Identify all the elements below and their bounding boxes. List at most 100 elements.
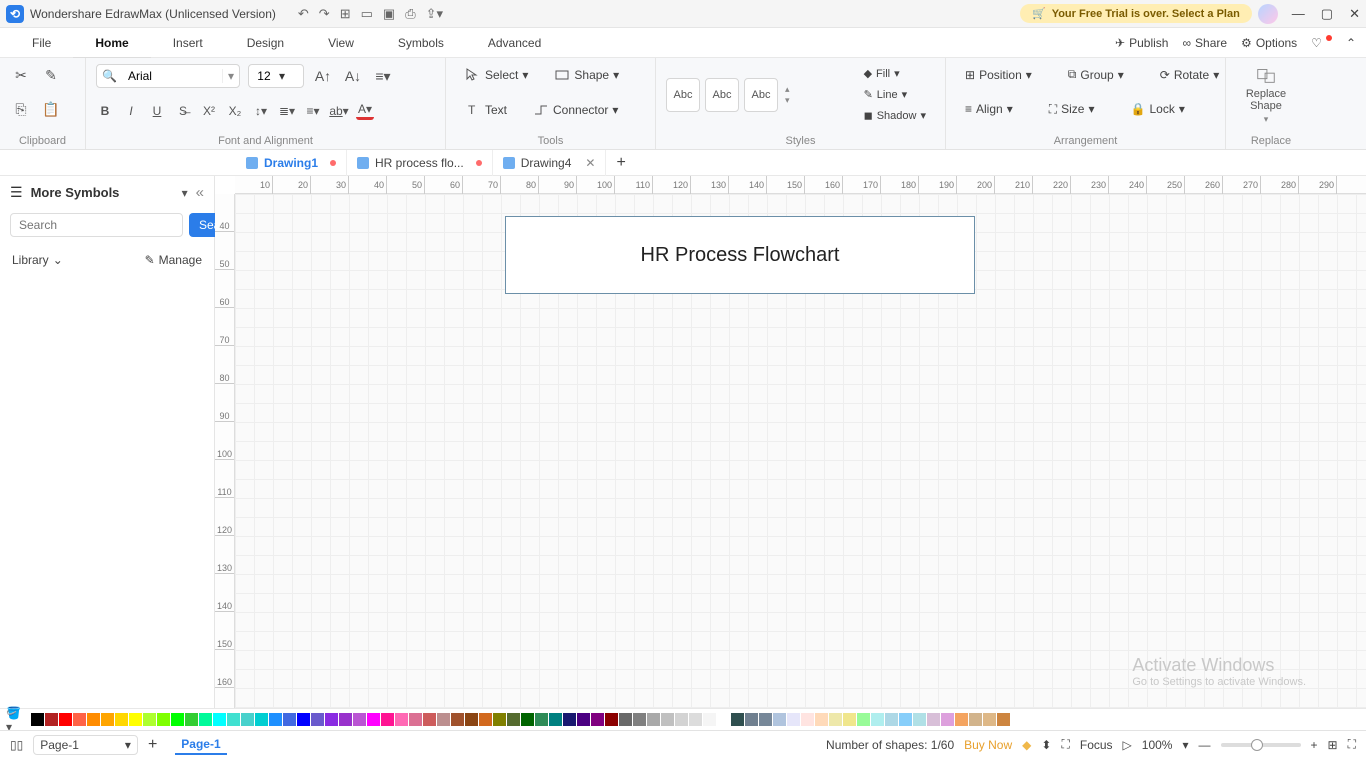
doc-tab[interactable]: Drawing4✕ bbox=[493, 150, 607, 176]
color-swatch[interactable] bbox=[297, 713, 310, 726]
decrease-font-icon[interactable]: A↓ bbox=[342, 65, 364, 87]
align-dropdown-icon[interactable]: ≡▾ bbox=[372, 65, 394, 87]
fit-icon[interactable]: ⛶ bbox=[1061, 737, 1069, 752]
page-panel-icon[interactable]: ▯▯ bbox=[10, 738, 23, 752]
minimize-button[interactable]: — bbox=[1292, 6, 1305, 22]
color-swatch[interactable] bbox=[143, 713, 156, 726]
copy-icon[interactable]: ⎘ bbox=[10, 99, 32, 121]
font-family-select[interactable]: 🔍▾ bbox=[96, 64, 240, 88]
font-size-input[interactable] bbox=[249, 69, 279, 83]
style-preset-2[interactable]: Abc bbox=[705, 78, 739, 112]
color-swatch[interactable] bbox=[885, 713, 898, 726]
color-swatch[interactable] bbox=[801, 713, 814, 726]
color-swatch[interactable] bbox=[269, 713, 282, 726]
color-swatch[interactable] bbox=[423, 713, 436, 726]
zoom-out-button[interactable]: — bbox=[1199, 738, 1211, 752]
color-swatch[interactable] bbox=[171, 713, 184, 726]
color-swatch[interactable] bbox=[199, 713, 212, 726]
color-swatch[interactable] bbox=[969, 713, 982, 726]
bold-icon[interactable]: B bbox=[96, 102, 114, 120]
style-down-icon[interactable]: ▾ bbox=[785, 95, 790, 106]
color-swatch[interactable] bbox=[997, 713, 1010, 726]
color-swatch[interactable] bbox=[101, 713, 114, 726]
color-swatch[interactable] bbox=[437, 713, 450, 726]
color-swatch[interactable] bbox=[521, 713, 534, 726]
add-page-button[interactable]: + bbox=[148, 736, 157, 754]
doc-tab[interactable]: HR process flo... bbox=[347, 150, 493, 176]
replace-shape-button[interactable]: Replace Shape▾ bbox=[1236, 64, 1296, 125]
export-icon[interactable]: ⇪▾ bbox=[426, 6, 443, 22]
color-swatch[interactable] bbox=[927, 713, 940, 726]
color-swatch[interactable] bbox=[381, 713, 394, 726]
color-swatch[interactable] bbox=[675, 713, 688, 726]
chevron-down-icon[interactable]: ▾ bbox=[182, 186, 188, 200]
maximize-button[interactable]: ▢ bbox=[1321, 6, 1333, 22]
color-swatch[interactable] bbox=[773, 713, 786, 726]
shape-tool[interactable]: Shape▾ bbox=[545, 64, 628, 86]
menu-tab-file[interactable]: File bbox=[10, 28, 73, 58]
buy-now-link[interactable]: Buy Now bbox=[964, 738, 1012, 752]
doc-tab[interactable]: Drawing1 bbox=[236, 150, 347, 176]
color-swatch[interactable] bbox=[731, 713, 744, 726]
color-swatch[interactable] bbox=[843, 713, 856, 726]
close-tab-icon[interactable]: ✕ bbox=[585, 156, 595, 170]
publish-button[interactable]: ✈Publish bbox=[1115, 36, 1168, 50]
color-swatch[interactable] bbox=[647, 713, 660, 726]
color-swatch[interactable] bbox=[325, 713, 338, 726]
print-icon[interactable]: ⎙ bbox=[405, 6, 415, 22]
fill-bucket-icon[interactable]: 🪣▾ bbox=[6, 712, 26, 728]
subscript-icon[interactable]: X₂ bbox=[226, 102, 244, 120]
linespacing-icon[interactable]: ≣▾ bbox=[278, 102, 296, 120]
menu-tab-insert[interactable]: Insert bbox=[151, 28, 225, 58]
color-swatch[interactable] bbox=[703, 713, 716, 726]
color-swatch[interactable] bbox=[955, 713, 968, 726]
strike-icon[interactable]: S̶ bbox=[174, 102, 192, 120]
color-swatch[interactable] bbox=[983, 713, 996, 726]
diamond-icon[interactable]: ◆ bbox=[1022, 738, 1031, 752]
color-swatch[interactable] bbox=[717, 713, 730, 726]
color-swatch[interactable] bbox=[157, 713, 170, 726]
color-swatch[interactable] bbox=[913, 713, 926, 726]
case-icon[interactable]: ab▾ bbox=[330, 102, 348, 120]
font-size-select[interactable]: ▾ bbox=[248, 64, 304, 88]
share-button[interactable]: ∞Share bbox=[1182, 36, 1227, 50]
units-icon[interactable]: ⊞ bbox=[1328, 738, 1338, 752]
new-icon[interactable]: ⊞ bbox=[340, 6, 351, 22]
options-button[interactable]: ⚙Options bbox=[1241, 36, 1297, 50]
text-tool[interactable]: TText bbox=[456, 99, 516, 121]
color-swatch[interactable] bbox=[353, 713, 366, 726]
color-swatch[interactable] bbox=[493, 713, 506, 726]
color-swatch[interactable] bbox=[395, 713, 408, 726]
color-swatch[interactable] bbox=[633, 713, 646, 726]
undo-icon[interactable]: ↶ bbox=[298, 6, 309, 22]
library-dropdown[interactable]: Library ⌄ bbox=[12, 253, 63, 267]
align-button[interactable]: ≡ Align▾ bbox=[956, 99, 1022, 119]
color-swatch[interactable] bbox=[871, 713, 884, 726]
cut-icon[interactable]: ✂ bbox=[10, 64, 32, 86]
color-swatch[interactable] bbox=[689, 713, 702, 726]
menu-tab-home[interactable]: Home bbox=[73, 28, 150, 58]
color-swatch[interactable] bbox=[465, 713, 478, 726]
color-swatch[interactable] bbox=[213, 713, 226, 726]
layers-icon[interactable]: ⬍ bbox=[1041, 738, 1051, 752]
color-swatch[interactable] bbox=[507, 713, 520, 726]
zoom-in-button[interactable]: + bbox=[1311, 738, 1318, 752]
collapse-sidebar-icon[interactable]: « bbox=[196, 184, 204, 201]
add-tab-button[interactable]: + bbox=[606, 154, 635, 172]
menu-tab-view[interactable]: View bbox=[306, 28, 376, 58]
manage-button[interactable]: ✎Manage bbox=[145, 253, 202, 267]
play-icon[interactable]: ▷ bbox=[1123, 738, 1132, 752]
color-swatch[interactable] bbox=[479, 713, 492, 726]
collapse-ribbon-icon[interactable]: ⌃ bbox=[1346, 36, 1356, 50]
notification-icon[interactable]: ♡ bbox=[1311, 36, 1332, 50]
color-swatch[interactable] bbox=[577, 713, 590, 726]
color-swatch[interactable] bbox=[409, 713, 422, 726]
font-family-input[interactable] bbox=[122, 69, 222, 83]
color-swatch[interactable] bbox=[829, 713, 842, 726]
color-swatch[interactable] bbox=[367, 713, 380, 726]
color-swatch[interactable] bbox=[339, 713, 352, 726]
canvas[interactable]: HR Process Flowchart bbox=[235, 194, 1366, 708]
style-preset-1[interactable]: Abc bbox=[666, 78, 700, 112]
color-swatch[interactable] bbox=[227, 713, 240, 726]
color-swatch[interactable] bbox=[451, 713, 464, 726]
